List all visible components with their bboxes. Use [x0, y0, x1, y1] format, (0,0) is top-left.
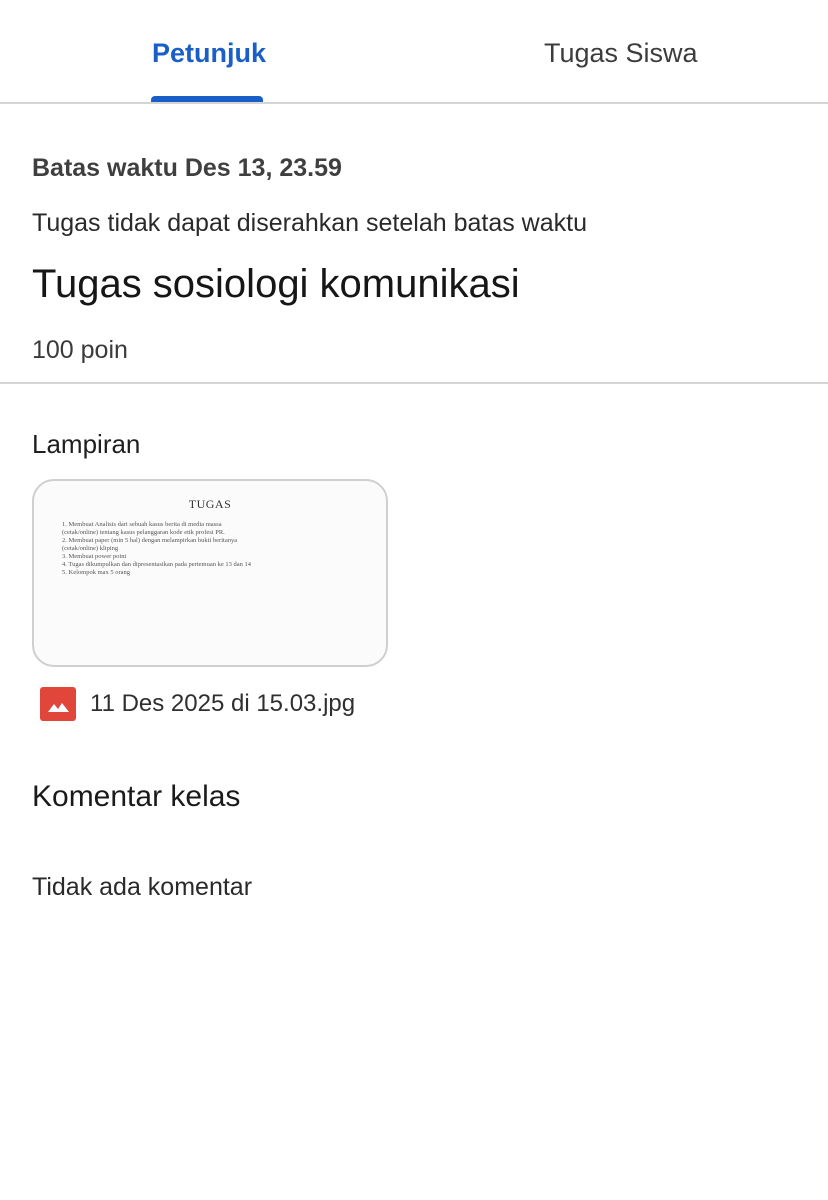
assignment-title: Tugas sosiologi komunikasi: [32, 262, 520, 306]
preview-line: (cetak/online) tentang kasus pelanggaran…: [62, 529, 225, 536]
tab-tugas-siswa[interactable]: Tugas Siswa: [544, 38, 698, 69]
section-divider: [0, 382, 828, 384]
preview-line: 4. Tugas dikumpulkan dan dipresentasikan…: [62, 561, 252, 568]
preview-line: 2. Membuat paper (min 5 hal) dengan mela…: [62, 537, 238, 544]
attachment-file-name: 11 Des 2025 di 15.03.jpg: [90, 690, 356, 717]
preview-line: 5. Kelompok max 5 orang: [62, 569, 131, 576]
preview-line: 1. Membuat Analisis dari sebuah kasus be…: [62, 521, 222, 528]
attachment-preview[interactable]: TUGAS 1. Membuat Analisis dari sebuah ka…: [32, 479, 388, 667]
assignment-points: 100 poin: [32, 336, 128, 364]
tab-petunjuk[interactable]: Petunjuk: [152, 38, 266, 69]
attachments-heading: Lampiran: [32, 429, 141, 459]
class-comments-heading: Komentar kelas: [32, 780, 241, 813]
tab-bar: Petunjuk Tugas Siswa: [0, 0, 828, 104]
no-comments-text: Tidak ada komentar: [32, 873, 253, 901]
preview-heading: TUGAS: [188, 497, 232, 511]
late-submission-note: Tugas tidak dapat diserahkan setelah bat…: [32, 209, 587, 237]
image-file-icon: [40, 687, 76, 721]
attachment-file[interactable]: 11 Des 2025 di 15.03.jpg: [40, 686, 355, 722]
preview-line: (cetak/online) kliping: [62, 545, 119, 552]
preview-line: 3. Membuat power point: [62, 553, 127, 560]
active-tab-indicator: [151, 96, 263, 102]
due-date: Batas waktu Des 13, 23.59: [32, 154, 342, 182]
preview-text: 1. Membuat Analisis dari sebuah kasus be…: [62, 521, 362, 577]
